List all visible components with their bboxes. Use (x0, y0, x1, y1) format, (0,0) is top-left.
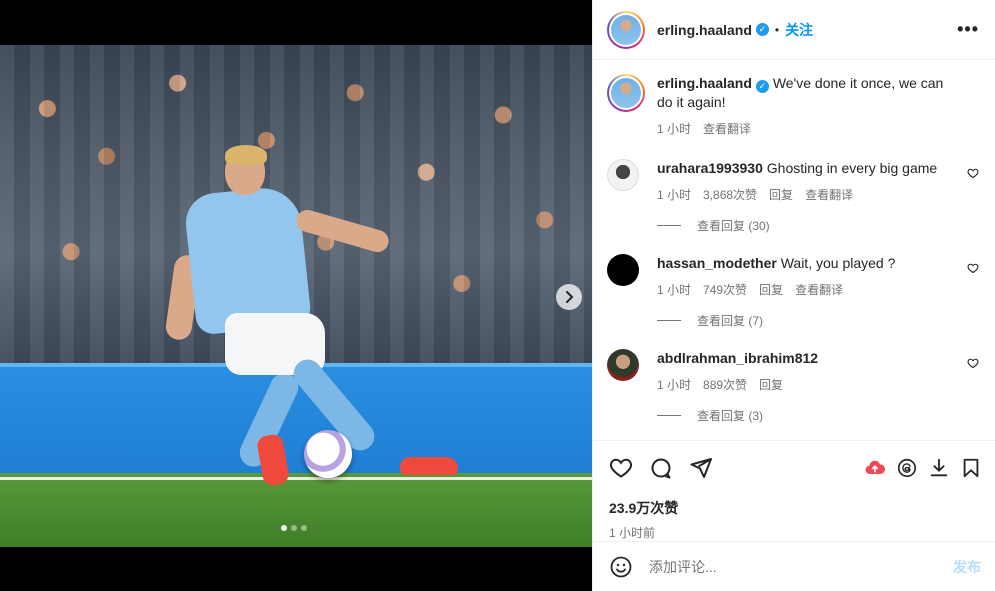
caption-time: 1 小时 (657, 122, 692, 136)
reply-button[interactable]: 回复 (759, 376, 783, 393)
heart-icon (610, 458, 632, 478)
follow-button[interactable]: 关注 (785, 20, 813, 40)
comment-item: hassan_modether Wait, you played ? 1 小时 … (607, 254, 979, 298)
more-options-button[interactable]: ••• (957, 19, 979, 40)
view-replies-button[interactable]: 查看回复 (7) (657, 312, 979, 329)
view-replies-button[interactable]: 查看回复 (3) (657, 407, 979, 424)
chevron-right-icon (566, 291, 574, 303)
post-actions-bar (593, 440, 995, 494)
reply-button[interactable]: 回复 (759, 281, 783, 298)
comment-item: urahara1993930 Ghosting in every big gam… (607, 159, 979, 203)
like-button[interactable] (609, 456, 633, 480)
comment-avatar[interactable] (607, 254, 639, 286)
likes-count[interactable]: 23.9万次赞 (593, 494, 995, 518)
cloud-upload-icon (865, 460, 886, 474)
bookmark-icon (963, 458, 979, 477)
comment-item: abdlrahman_ibrahim812 1 小时 889次赞 回复 (607, 349, 979, 393)
post-time: 1 小时前 (609, 526, 656, 540)
comment-username[interactable]: abdlrahman_ibrahim812 (657, 350, 818, 366)
like-comment-heart-icon[interactable] (967, 262, 979, 274)
view-replies-label: 查看回复 (7) (697, 314, 764, 328)
post-photo (0, 45, 592, 547)
post-side-panel: erling.haaland ✓ • 关注 ••• erling.haaland… (592, 0, 995, 591)
carousel-dot-3[interactable] (301, 525, 307, 531)
download-icon (930, 458, 948, 476)
emoji-icon[interactable] (609, 555, 633, 579)
view-replies-label: 查看回复 (30) (697, 219, 770, 233)
comment-likes[interactable]: 3,868次赞 (703, 186, 757, 203)
replies-divider (657, 320, 681, 321)
player-figure (164, 145, 470, 487)
like-comment-heart-icon[interactable] (967, 167, 979, 179)
caption-translate-link[interactable]: 查看翻译 (703, 120, 751, 137)
caption-username[interactable]: erling.haaland (657, 75, 752, 91)
threads-icon (897, 458, 917, 477)
pitch-grass (0, 473, 592, 547)
comment-text: Ghosting in every big game (766, 160, 938, 176)
download-button[interactable] (927, 456, 951, 480)
verified-badge-icon: ✓ (755, 80, 769, 93)
reply-button[interactable]: 回复 (769, 186, 793, 203)
author-avatar[interactable] (607, 10, 645, 49)
replies-divider (657, 225, 681, 226)
comment-text: Wait, you played ? (780, 255, 896, 271)
boost-button[interactable] (863, 456, 887, 480)
comment-likes[interactable]: 889次赞 (703, 376, 747, 393)
comment-time: 1 小时 (657, 188, 692, 202)
verified-badge-icon: ✓ (755, 23, 769, 36)
threads-button[interactable] (895, 456, 919, 480)
comments-list[interactable]: erling.haaland ✓ We've done it once, we c… (593, 60, 995, 440)
comment-username[interactable]: urahara1993930 (657, 160, 763, 176)
translate-link[interactable]: 查看翻译 (805, 186, 853, 203)
football (304, 430, 352, 478)
comment-avatar[interactable] (607, 349, 639, 381)
comment-input[interactable] (649, 558, 953, 575)
header-separator: • (774, 22, 780, 37)
comment-time: 1 小时 (657, 283, 692, 297)
share-icon (690, 457, 712, 478)
share-button[interactable] (689, 456, 713, 480)
post-media (0, 0, 592, 591)
translate-link[interactable]: 查看翻译 (795, 281, 843, 298)
comment-likes[interactable]: 749次赞 (703, 281, 747, 298)
comment-button[interactable] (649, 456, 673, 480)
carousel-dot-2[interactable] (291, 525, 297, 531)
carousel-dot-1[interactable] (281, 525, 287, 531)
replies-divider (657, 415, 681, 416)
post-header: erling.haaland ✓ • 关注 ••• (593, 0, 995, 60)
post-comment-button[interactable]: 发布 (953, 557, 981, 577)
author-username[interactable]: erling.haaland (657, 22, 752, 38)
comment-username[interactable]: hassan_modether (657, 255, 777, 271)
comment-icon (651, 458, 671, 478)
carousel-dots (281, 525, 307, 531)
comment-avatar[interactable] (607, 159, 639, 191)
add-comment-bar: 发布 (593, 541, 995, 591)
save-button[interactable] (959, 456, 983, 480)
caption: erling.haaland ✓ We've done it once, we c… (607, 74, 979, 137)
carousel-next-button[interactable] (556, 284, 582, 310)
comment-time: 1 小时 (657, 378, 692, 392)
caption-avatar[interactable] (607, 74, 645, 112)
view-replies-label: 查看回复 (3) (697, 409, 764, 423)
like-comment-heart-icon[interactable] (967, 357, 979, 369)
view-replies-button[interactable]: 查看回复 (30) (657, 217, 979, 234)
